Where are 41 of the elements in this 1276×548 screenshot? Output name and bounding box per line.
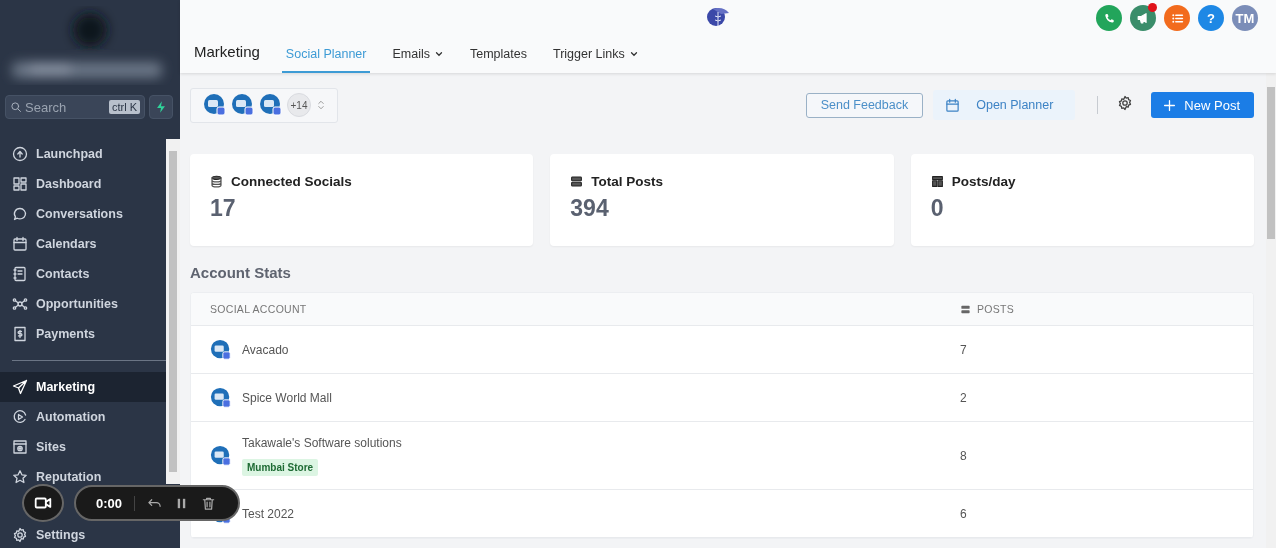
- sidebar-item[interactable]: Settings: [0, 522, 180, 548]
- sidebar-item[interactable]: Launchpad: [0, 139, 166, 169]
- sidebar-item[interactable]: Marketing: [0, 372, 166, 402]
- sidebar-item[interactable]: Contacts: [0, 259, 166, 289]
- stat-value: 0: [930, 195, 945, 222]
- location-tag: Mumbai Store: [242, 458, 319, 476]
- section-title: Account Stats: [190, 264, 292, 281]
- post-count: 2: [959, 390, 968, 405]
- page-title: Marketing: [194, 43, 260, 62]
- sidebar-item[interactable]: Reputation: [0, 462, 166, 484]
- more-accounts-count: +14: [287, 93, 311, 117]
- stat-title: Connected Socials: [231, 174, 352, 189]
- stat-value: 17: [210, 195, 237, 222]
- sidebar-item[interactable]: Payments: [0, 319, 166, 349]
- column-header: SOCIAL ACCOUNT: [209, 303, 308, 315]
- account-name: Avacado: [242, 342, 289, 357]
- account-name: Spice World Mall: [242, 390, 332, 405]
- account-name: Test 2022: [242, 506, 295, 521]
- stat-value: 394: [570, 195, 610, 222]
- account-name: Takawale's Software solutions: [242, 435, 402, 450]
- new-post-button[interactable]: New Post: [1151, 92, 1254, 118]
- post-count: 7: [959, 342, 968, 357]
- account-selector[interactable]: +14: [190, 87, 338, 123]
- sidebar-item[interactable]: Calendars: [0, 229, 166, 259]
- sidebar-item[interactable]: Conversations: [0, 199, 166, 229]
- nav-tab[interactable]: Trigger Links: [548, 47, 643, 73]
- shortcut-hint: ctrl K: [108, 100, 140, 114]
- sidebar-item[interactable]: Dashboard: [0, 169, 166, 199]
- stat-title: Posts/day: [951, 174, 1016, 189]
- sidebar-item[interactable]: Automation: [0, 402, 166, 432]
- help-button[interactable]: ?: [1198, 5, 1224, 31]
- recording-timer: 0:00: [96, 495, 136, 511]
- sidebar-item[interactable]: Opportunities: [0, 289, 166, 319]
- nav-tab[interactable]: Templates: [466, 47, 531, 73]
- sidebar-item[interactable]: Sites: [0, 432, 166, 462]
- post-count: 6: [959, 506, 968, 521]
- stat-title: Total Posts: [591, 174, 664, 189]
- column-header: POSTS: [977, 303, 1015, 315]
- nav-tab[interactable]: Emails: [388, 47, 448, 73]
- open-planner-button[interactable]: Open Planner: [933, 90, 1076, 120]
- post-count: 8: [959, 448, 968, 463]
